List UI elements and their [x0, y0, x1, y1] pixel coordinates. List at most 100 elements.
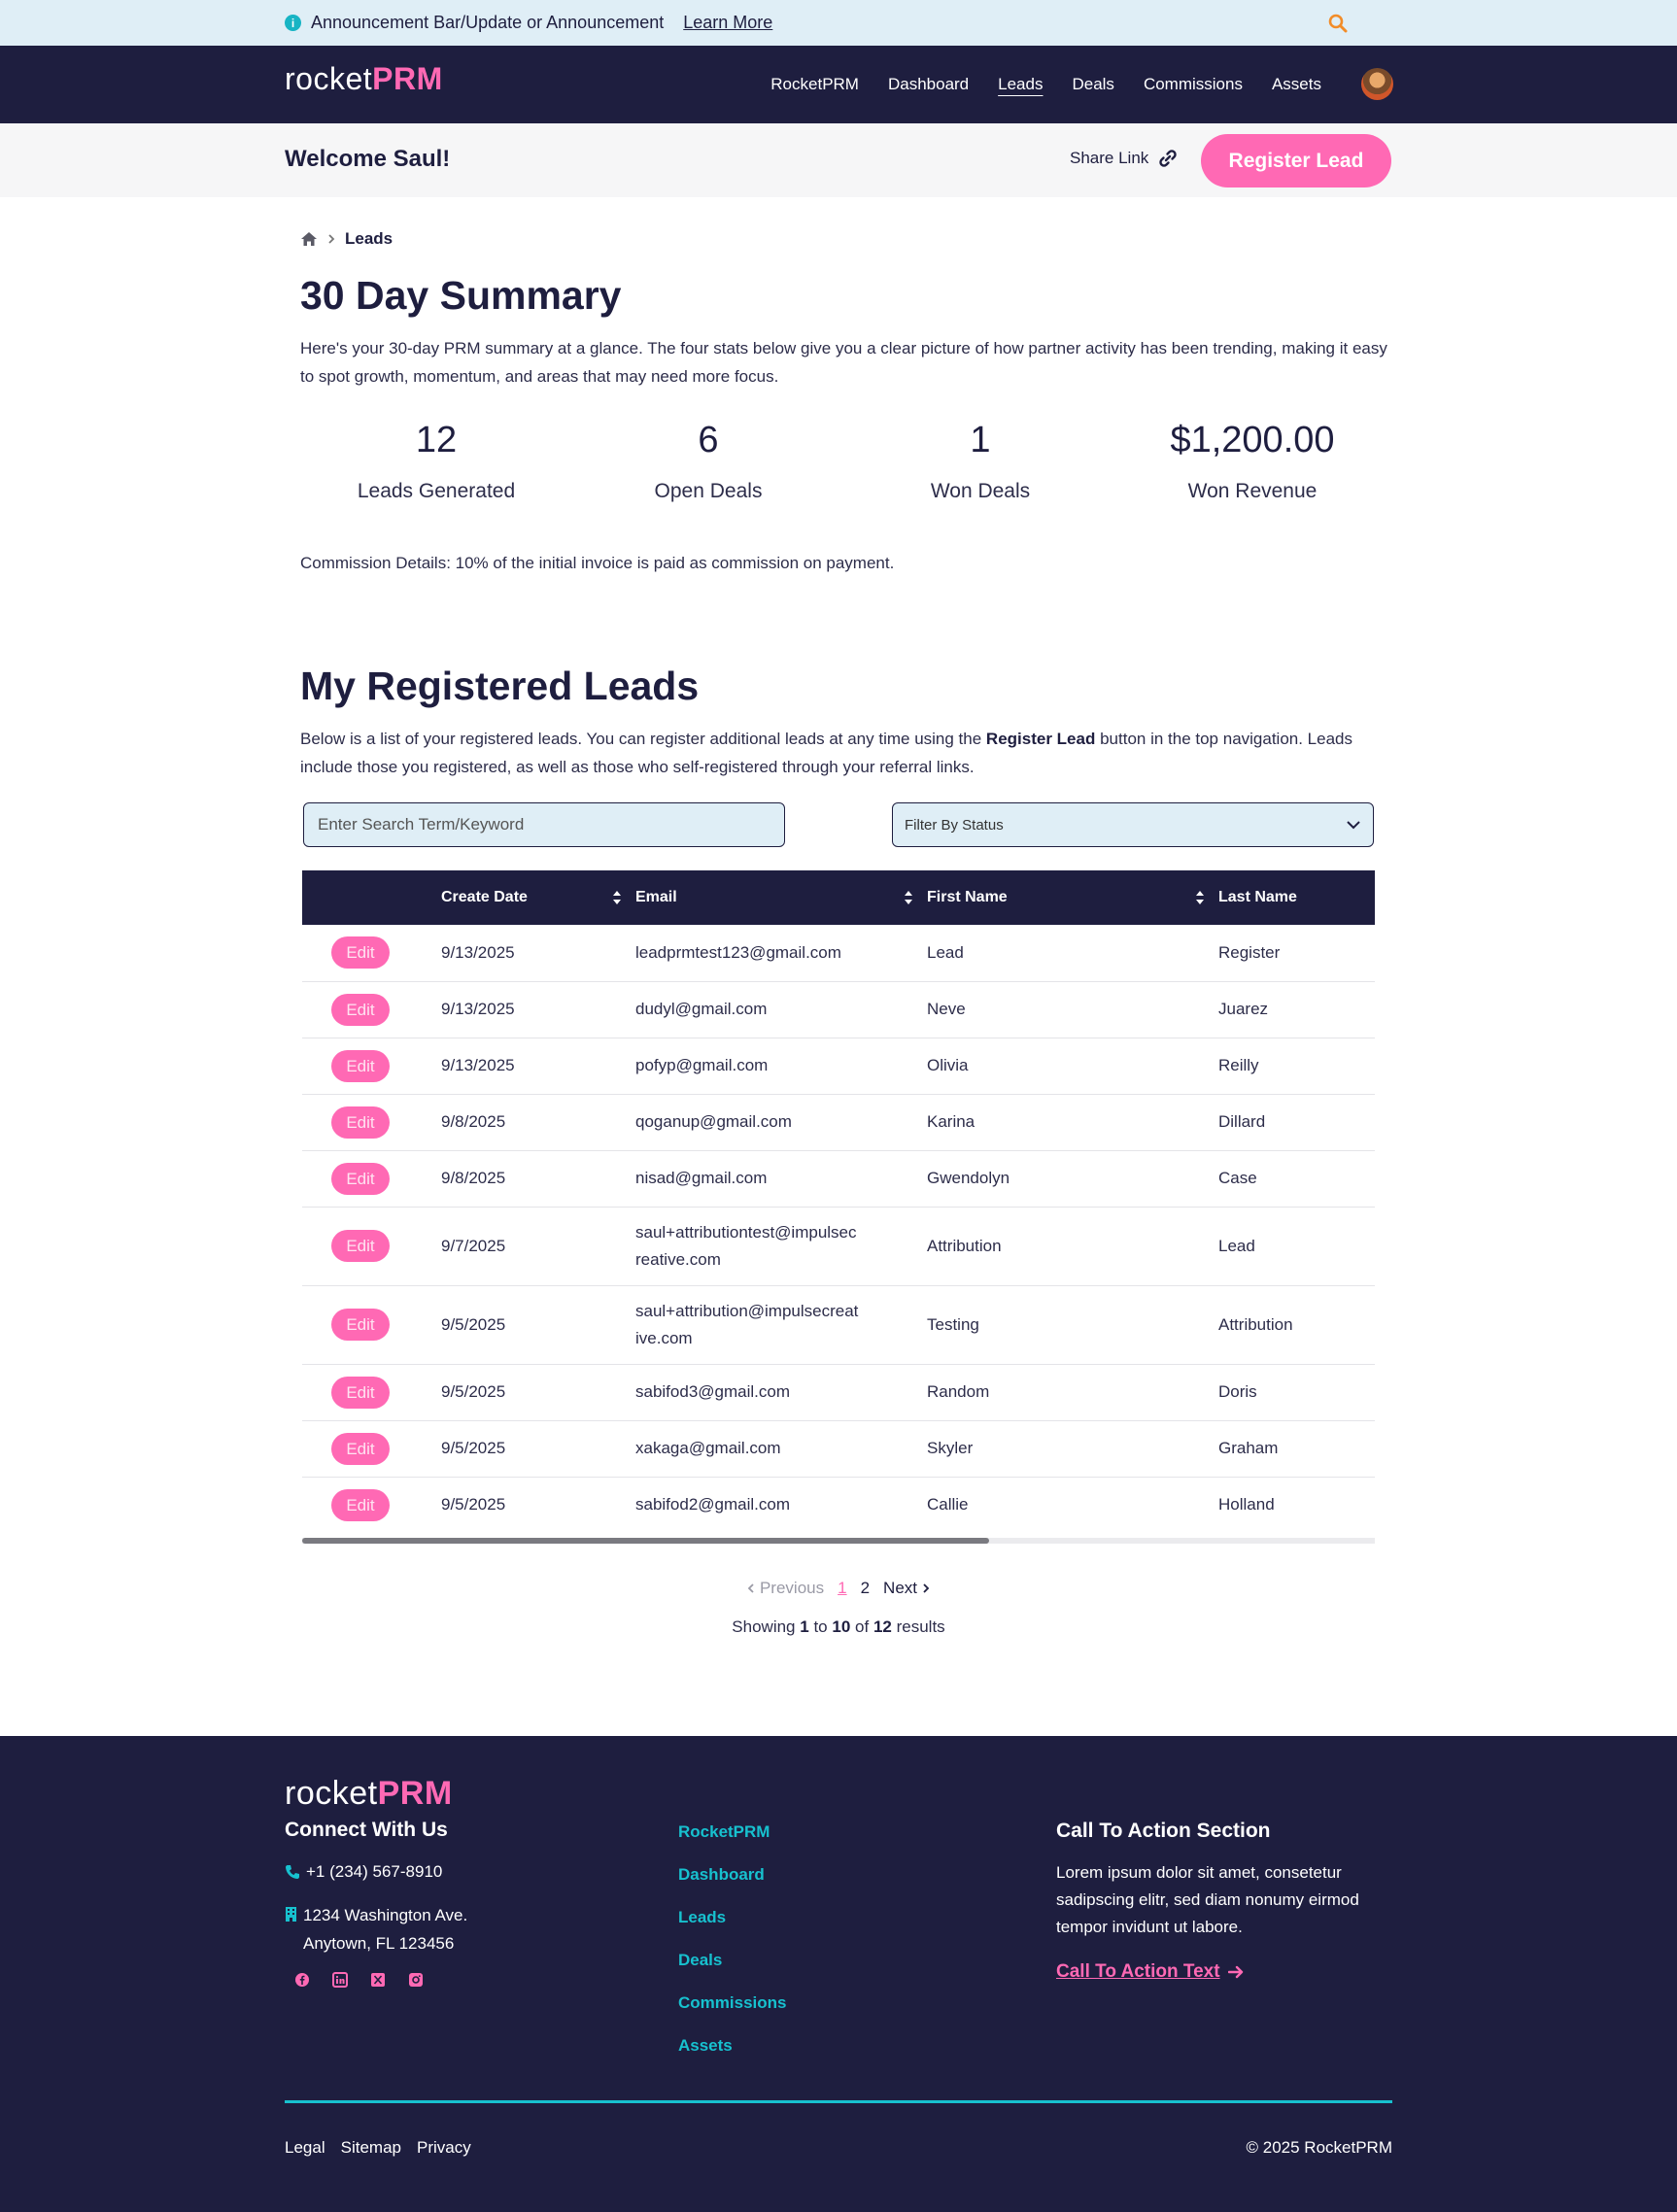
edit-button[interactable]: Edit [331, 993, 390, 1026]
info-icon: i [285, 15, 301, 31]
leads-intro: Below is a list of your registered leads… [300, 725, 1398, 781]
nav-item-commissions[interactable]: Commissions [1144, 75, 1243, 94]
table-cell-email: pofyp@gmail.com [635, 1038, 927, 1095]
column-header-label: Email [635, 889, 677, 905]
table-cell-first-name: Callie [927, 1495, 969, 1514]
edit-button[interactable]: Edit [331, 1488, 390, 1521]
table-cell-date: 9/13/2025 [441, 981, 635, 1038]
stat-won-deals: 1 Won Deals [844, 420, 1116, 503]
sort-icon[interactable] [904, 890, 913, 905]
table-header-row: Create Date Email First Name Last Name [302, 870, 1375, 925]
edit-button[interactable]: Edit [331, 1432, 390, 1465]
footer-phone[interactable]: +1 (234) 567-8910 [285, 1862, 442, 1882]
logo[interactable]: rocket PRM [285, 61, 443, 97]
footer-link-dashboard[interactable]: Dashboard [678, 1864, 786, 1885]
table-row: Edit 9/7/2025 saul+attributiontest@impul… [302, 1207, 1375, 1286]
nav-item-leads[interactable]: Leads [998, 75, 1043, 94]
nav-item-dashboard[interactable]: Dashboard [888, 75, 969, 94]
table-cell-date: 9/13/2025 [441, 1038, 635, 1095]
email-line: saul+attributiontest@impulsec [635, 1222, 857, 1242]
horizontal-scrollbar[interactable] [302, 1538, 1375, 1544]
column-header-email[interactable]: Email [635, 870, 927, 925]
cta-link[interactable]: Call To Action Text [1056, 1961, 1244, 1983]
footer-link-commissions[interactable]: Commissions [678, 1992, 786, 2013]
status-filter-select[interactable]: Filter By Status [892, 802, 1374, 847]
linkedin-icon[interactable] [332, 1972, 348, 1988]
edit-button[interactable]: Edit [331, 1309, 390, 1341]
table-cell-actions: Edit [302, 1038, 441, 1095]
scrollbar-thumb[interactable] [302, 1538, 989, 1544]
table-row: Edit 9/5/2025 sabifod2@gmail.com Callie … [302, 1477, 1375, 1533]
table-cell-email: sabifod3@gmail.com [635, 1364, 927, 1421]
leads-intro-text: Below is a list of your registered leads… [300, 730, 986, 748]
table-row: Edit 9/8/2025 nisad@gmail.com Gwendolyn … [302, 1150, 1375, 1208]
stat-label: Won Revenue [1187, 480, 1318, 502]
page-link-2[interactable]: 2 [861, 1579, 870, 1598]
footer-link-assets[interactable]: Assets [678, 2035, 786, 2056]
logo-text-rocket: rocket [285, 1775, 378, 1812]
table-cell-first-name: Neve [927, 981, 1218, 1038]
home-icon[interactable] [300, 231, 318, 247]
search-icon[interactable] [1327, 13, 1349, 34]
stat-leads-generated: 12 Leads Generated [300, 420, 572, 503]
table-cell-email: saul+attribution@impulsecreat ive.com [635, 1285, 927, 1365]
table-cell-first-name: Skyler [927, 1420, 1218, 1478]
column-header-create-date[interactable]: Create Date [441, 870, 635, 925]
copyright: © 2025 RocketPRM [1246, 2138, 1392, 2157]
search-input[interactable] [303, 802, 785, 847]
sitemap-link[interactable]: Sitemap [341, 2138, 401, 2158]
next-page-button[interactable]: Next [883, 1579, 930, 1598]
x-icon[interactable] [370, 1972, 386, 1988]
summary-stats: 12 Leads Generated 6 Open Deals 1 Won De… [300, 420, 1388, 503]
table-cell-last-name: Juarez [1218, 981, 1375, 1038]
cta-link-label: Call To Action Text [1056, 1961, 1220, 1982]
column-header-first-name[interactable]: First Name [927, 870, 1218, 925]
privacy-link[interactable]: Privacy [417, 2138, 471, 2158]
results-from: 1 [800, 1617, 809, 1636]
footer-link-deals[interactable]: Deals [678, 1950, 786, 1970]
column-header-label: Create Date [441, 889, 528, 905]
table-row: Edit 9/8/2025 qoganup@gmail.com Karina D… [302, 1094, 1375, 1151]
edit-button[interactable]: Edit [331, 936, 390, 970]
nav-item-rocketprm[interactable]: RocketPRM [770, 75, 859, 94]
footer-link-rocketprm[interactable]: RocketPRM [678, 1821, 786, 1842]
page-link-1[interactable]: 1 [838, 1579, 846, 1598]
welcome-title: Welcome Saul! [285, 146, 451, 172]
stat-label: Leads Generated [357, 480, 516, 502]
avatar[interactable] [1361, 68, 1393, 100]
leads-table: Create Date Email First Name Last Name E… [302, 870, 1375, 1533]
table-cell-first-name: Attribution [927, 1207, 1218, 1286]
instagram-icon[interactable] [408, 1972, 424, 1988]
edit-button[interactable]: Edit [331, 1106, 390, 1139]
edit-button[interactable]: Edit [331, 1162, 390, 1195]
footer-divider [285, 2100, 1392, 2103]
table-cell-last-name: Dillard [1218, 1094, 1375, 1151]
stat-label: Won Deals [930, 480, 1031, 502]
breadcrumb: Leads [300, 229, 393, 249]
sort-icon[interactable] [612, 890, 622, 905]
footer-address: 1234 Washington Ave. Anytown, FL 123456 [285, 1901, 467, 1957]
stat-value: $1,200.00 [1170, 420, 1335, 460]
edit-button[interactable]: Edit [331, 1376, 390, 1409]
nav-item-deals[interactable]: Deals [1072, 75, 1113, 94]
column-header-label: Last Name [1218, 889, 1297, 905]
welcome-bar: Welcome Saul! Share Link Register Lead [0, 123, 1677, 197]
table-cell-actions: Edit [302, 981, 441, 1038]
edit-button[interactable]: Edit [331, 1049, 390, 1082]
footer-link-leads[interactable]: Leads [678, 1907, 786, 1927]
leads-title: My Registered Leads [300, 664, 700, 708]
previous-page-button[interactable]: Previous [747, 1579, 824, 1598]
facebook-icon[interactable] [294, 1972, 310, 1988]
link-icon [1158, 149, 1178, 168]
sort-icon[interactable] [1195, 890, 1205, 905]
column-header-last-name[interactable]: Last Name [1218, 870, 1375, 925]
register-lead-button[interactable]: Register Lead [1201, 134, 1391, 187]
table-cell-date: 9/8/2025 [441, 1094, 635, 1151]
edit-button[interactable]: Edit [331, 1230, 390, 1262]
nav-item-assets[interactable]: Assets [1272, 75, 1321, 94]
learn-more-link[interactable]: Learn More [683, 13, 772, 33]
footer-logo[interactable]: rocket PRM [285, 1775, 453, 1813]
results-count: Showing 1 to 10 of 12 results [0, 1617, 1677, 1637]
share-link-button[interactable]: Share Link [1070, 149, 1178, 168]
legal-link[interactable]: Legal [285, 2138, 325, 2158]
